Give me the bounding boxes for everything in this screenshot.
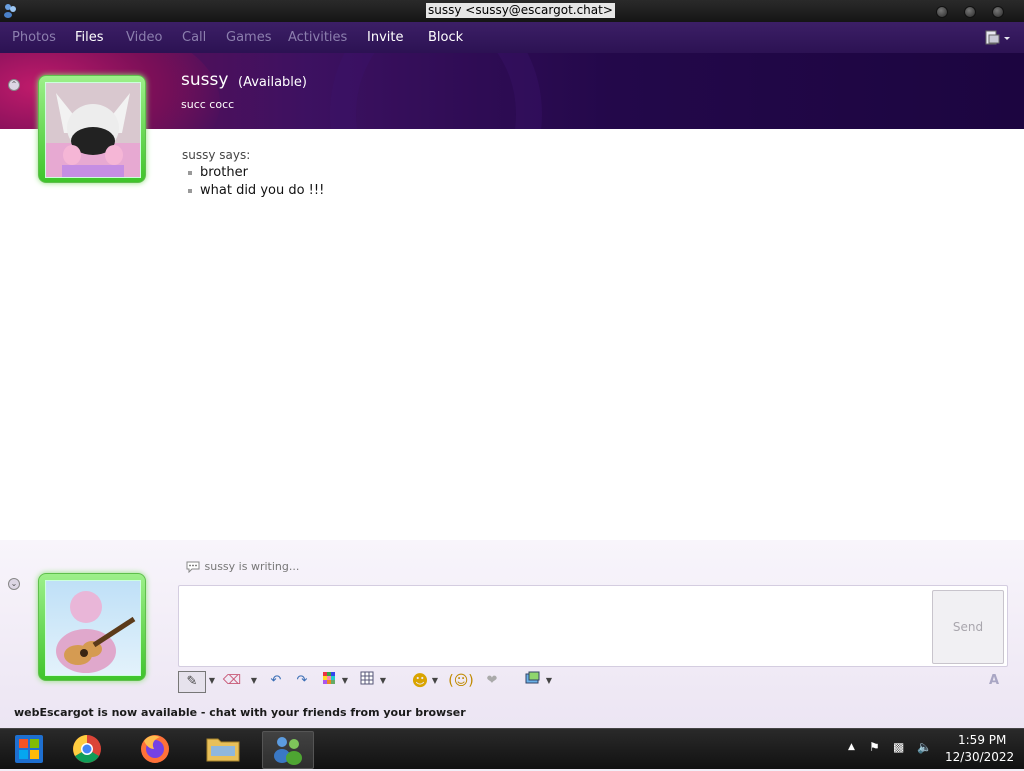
menu-files[interactable]: Files [75,30,104,45]
firefox-icon [141,735,169,763]
chevron-down-icon[interactable]: ▼ [340,671,350,691]
contact-avatar[interactable] [38,75,146,183]
contact-avatar-image [45,82,141,178]
menu-invite[interactable]: Invite [367,30,403,45]
message-item: brother [188,165,248,180]
chevron-down-icon[interactable]: ▼ [430,671,440,691]
action-center-flag-icon[interactable]: ⚑ [869,740,880,754]
notice-bar: webEscargot is now available - chat with… [14,706,466,719]
formatting-toolbar: ✎ ▼ ⌫ ▼ ↶ ↷ ▼ ▼ ☻ ▼ (☺) ❤ ▼ A [178,667,1006,695]
contact-personal-message: succ cocc [181,98,235,111]
chrome-taskbar-button[interactable] [62,731,112,767]
menu-photos[interactable]: Photos [12,30,56,45]
menu-block[interactable]: Block [428,30,463,45]
user-avatar-image [45,580,141,676]
nudge-icon[interactable]: ❤ [482,671,502,691]
contact-name: sussy [181,70,229,90]
chevron-down-icon[interactable]: ▼ [248,671,260,691]
typing-indicator: sussy is writing... [185,560,300,574]
speech-bubble-icon [186,561,200,574]
explorer-taskbar-button[interactable] [198,731,248,767]
menu-bar: Photos Files Video Call Games Activities… [0,22,1024,54]
background-icon[interactable] [524,671,542,691]
message-sender-label: sussy says: [182,148,251,162]
folder-icon [206,738,240,762]
menu-activities[interactable]: Activities [288,30,347,45]
menu-video[interactable]: Video [126,30,162,45]
volume-icon[interactable]: 🔈 [917,740,932,754]
message-item: what did you do !!! [188,183,324,198]
wink-icon[interactable]: (☺) [448,671,474,691]
typing-status-text: sussy is writing... [204,560,300,573]
expand-self-icon[interactable]: ⌄ [8,578,20,590]
emoticon-icon[interactable]: ☻ [410,671,430,691]
window-title: sussy <sussy@escargot.chat> [426,3,615,18]
chevron-down-icon[interactable]: ▼ [544,671,554,691]
chrome-icon [73,735,101,763]
font-icon[interactable]: A [984,671,1004,691]
message-input[interactable] [178,585,1008,667]
bullet-icon [188,188,192,193]
user-avatar[interactable] [38,573,146,681]
close-button[interactable] [992,6,1004,18]
message-text: what did you do !!! [200,183,325,198]
bullet-icon [188,170,192,175]
contact-status: (Available) [238,75,307,90]
clock-time[interactable]: 1:59 PM [958,733,1006,747]
message-text: brother [200,165,248,180]
collapse-contact-icon[interactable]: ⌃ [8,79,20,91]
show-hidden-icons-icon[interactable]: ▲ [848,742,855,752]
eraser-icon[interactable]: ⌫ [222,671,242,691]
maximize-button[interactable] [964,6,976,18]
network-icon[interactable]: ▩ [893,740,904,754]
clock-date[interactable]: 12/30/2022 [945,750,1014,764]
grid-color-icon[interactable] [320,671,338,691]
undo-icon[interactable]: ↶ [266,671,286,691]
minimize-button[interactable] [936,6,948,18]
title-bar: sussy <sussy@escargot.chat> [0,0,1024,22]
start-button[interactable] [4,731,54,767]
menu-call[interactable]: Call [182,30,206,45]
send-button[interactable]: Send [932,590,1004,664]
windows-logo-icon [15,735,43,763]
table-icon[interactable] [358,671,376,691]
pen-icon[interactable]: ✎ [178,671,206,693]
chevron-down-icon[interactable]: ▼ [378,671,388,691]
firefox-taskbar-button[interactable] [130,731,180,767]
chevron-down-icon[interactable]: ▼ [206,671,218,691]
contact-banner [0,53,1024,129]
messenger-app-icon [4,4,16,18]
messenger-icon [274,737,302,765]
settings-menu-icon[interactable] [984,29,1012,47]
menu-games[interactable]: Games [226,30,271,45]
conversation-area [0,129,1024,579]
messenger-taskbar-button[interactable] [262,731,314,769]
redo-icon[interactable]: ↷ [292,671,312,691]
